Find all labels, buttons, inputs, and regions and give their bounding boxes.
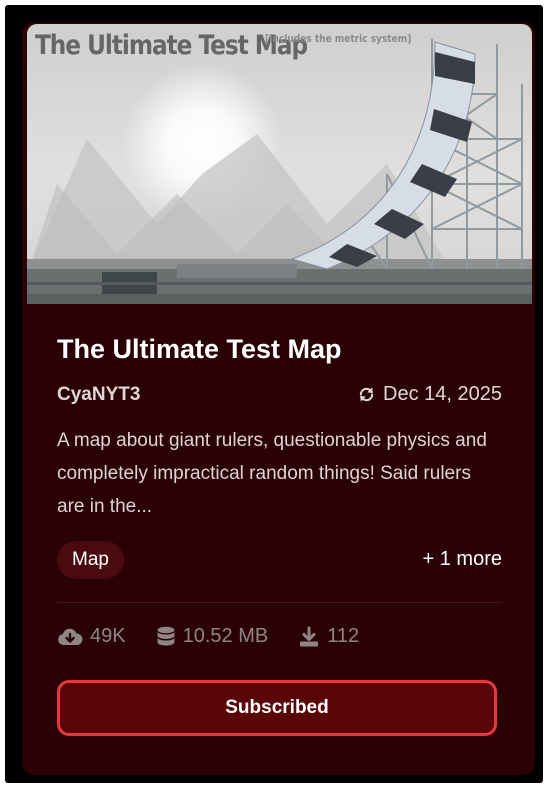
size-stat: 10.52 MB — [156, 625, 269, 648]
tag-map[interactable]: Map — [57, 541, 124, 579]
map-description: A map about giant rulers, questionable p… — [57, 430, 487, 517]
author-name[interactable]: CyaNYT3 — [57, 384, 140, 406]
stats-row: 49K 10.52 MB 112 — [57, 625, 389, 648]
map-thumbnail[interactable]: The Ultimate Test Map [Includes the metr… — [27, 24, 532, 304]
refresh-icon — [359, 387, 374, 402]
more-tags-link[interactable]: + 1 more — [423, 548, 502, 571]
cloud-download-icon — [58, 628, 83, 645]
date-text: Dec 14, 2025 — [383, 383, 502, 405]
download-icon — [300, 626, 319, 646]
thumbnail-subtitle-text: [Includes the metric system] — [265, 32, 412, 45]
database-icon — [157, 626, 175, 645]
installs-count: 112 — [327, 625, 360, 647]
installs-stat: 112 — [298, 625, 359, 648]
map-card[interactable]: The Ultimate Test Map [Includes the metr… — [22, 22, 535, 775]
updated-date: Dec 14, 2025 — [358, 383, 502, 406]
downloads-stat: 49K — [57, 625, 126, 648]
file-size: 10.52 MB — [182, 625, 269, 647]
map-title[interactable]: The Ultimate Test Map — [57, 334, 342, 365]
downloads-count: 49K — [90, 625, 126, 647]
subscribed-button[interactable]: Subscribed — [57, 680, 497, 736]
divider — [57, 602, 502, 603]
thumbnail-scene — [27, 24, 532, 304]
window-frame: The Ultimate Test Map [Includes the metr… — [5, 5, 543, 783]
